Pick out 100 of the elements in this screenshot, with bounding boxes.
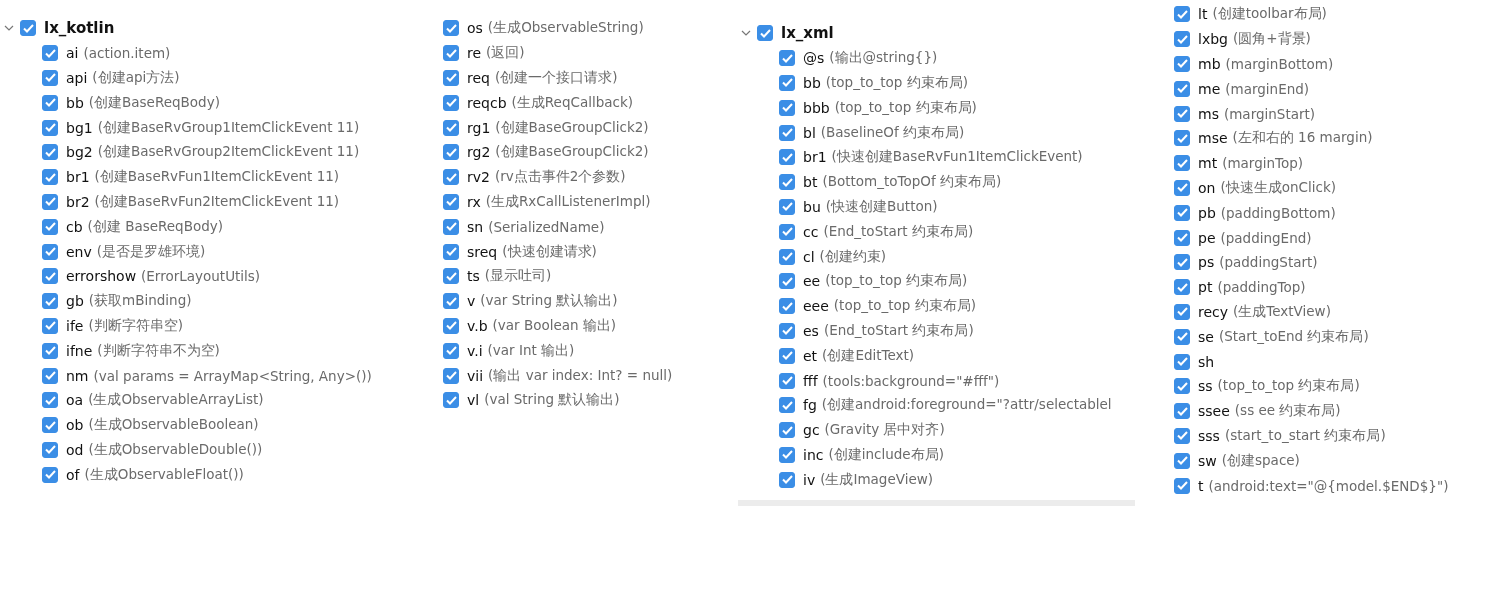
template-abbreviation: sh bbox=[1198, 353, 1215, 370]
checkbox[interactable] bbox=[1174, 31, 1190, 48]
checkbox[interactable] bbox=[1174, 56, 1190, 72]
checkbox[interactable] bbox=[42, 243, 58, 260]
checkbox[interactable] bbox=[42, 317, 58, 334]
chevron-icon[interactable] bbox=[4, 24, 14, 33]
template-abbreviation: sss bbox=[1198, 427, 1220, 444]
checkbox[interactable] bbox=[42, 417, 58, 434]
template-description: (marginEnd) bbox=[1225, 80, 1310, 97]
template-abbreviation: et bbox=[803, 347, 818, 364]
checkbox[interactable] bbox=[779, 198, 795, 215]
template-abbreviation: mse bbox=[1198, 130, 1228, 147]
checkbox[interactable] bbox=[1174, 452, 1190, 469]
template-abbreviation: req bbox=[467, 70, 490, 86]
checkbox[interactable] bbox=[1174, 179, 1190, 196]
checkbox[interactable] bbox=[42, 193, 58, 210]
template-description: (返回) bbox=[486, 44, 525, 63]
checkbox[interactable] bbox=[42, 268, 58, 285]
checkbox[interactable] bbox=[1174, 155, 1190, 172]
checkbox[interactable] bbox=[1174, 303, 1190, 320]
checkbox[interactable] bbox=[42, 70, 58, 86]
checkbox[interactable] bbox=[443, 193, 459, 210]
template-abbreviation: nm bbox=[66, 367, 89, 384]
checkbox[interactable] bbox=[443, 20, 459, 37]
checkbox[interactable] bbox=[1174, 105, 1190, 122]
checkbox[interactable] bbox=[779, 372, 795, 389]
checkbox[interactable] bbox=[1174, 378, 1190, 395]
checkbox[interactable] bbox=[443, 94, 459, 111]
checkbox[interactable] bbox=[42, 169, 58, 186]
template-description: (paddingEnd) bbox=[1220, 229, 1312, 246]
template-description: (判断字符串不为空) bbox=[97, 341, 220, 360]
checkbox[interactable] bbox=[443, 342, 459, 359]
template-abbreviation: lt bbox=[1198, 6, 1208, 23]
template-description: (创建 BaseReqBody) bbox=[87, 217, 224, 236]
template-description: (输出 var index: Int? = null) bbox=[488, 366, 673, 385]
checkbox[interactable] bbox=[779, 273, 795, 290]
checkbox[interactable] bbox=[443, 169, 459, 186]
group-name: lx_xml bbox=[781, 24, 834, 43]
checkbox[interactable] bbox=[443, 243, 459, 260]
checkbox[interactable] bbox=[20, 20, 36, 37]
checkbox[interactable] bbox=[42, 367, 58, 384]
checkbox[interactable] bbox=[443, 70, 459, 86]
checkbox[interactable] bbox=[1174, 130, 1190, 147]
checkbox[interactable] bbox=[443, 218, 459, 235]
checkbox[interactable] bbox=[779, 99, 795, 116]
checkbox[interactable] bbox=[42, 392, 58, 409]
template-description: (创建EditText) bbox=[822, 346, 915, 365]
checkbox[interactable] bbox=[757, 25, 773, 42]
checkbox[interactable] bbox=[779, 298, 795, 315]
template-description: (创建BaseRvFun2ItemClickEvent 11) bbox=[94, 192, 340, 211]
checkbox[interactable] bbox=[443, 317, 459, 334]
checkbox[interactable] bbox=[42, 342, 58, 359]
template-abbreviation: rg1 bbox=[467, 119, 491, 136]
checkbox[interactable] bbox=[1174, 403, 1190, 420]
checkbox[interactable] bbox=[779, 50, 795, 67]
checkbox[interactable] bbox=[779, 223, 795, 240]
checkbox[interactable] bbox=[443, 293, 459, 310]
chevron-icon[interactable] bbox=[741, 29, 751, 38]
template-abbreviation: ss bbox=[1198, 378, 1213, 395]
checkbox[interactable] bbox=[42, 94, 58, 111]
checkbox[interactable] bbox=[1174, 353, 1190, 370]
checkbox[interactable] bbox=[779, 471, 795, 488]
checkbox[interactable] bbox=[42, 144, 58, 161]
checkbox[interactable] bbox=[1174, 427, 1190, 444]
checkbox[interactable] bbox=[779, 149, 795, 166]
checkbox[interactable] bbox=[443, 392, 459, 409]
checkbox[interactable] bbox=[42, 293, 58, 310]
checkbox[interactable] bbox=[1174, 229, 1190, 246]
checkbox[interactable] bbox=[1174, 279, 1190, 296]
checkbox[interactable] bbox=[42, 218, 58, 235]
checkbox[interactable] bbox=[1174, 80, 1190, 97]
checkbox[interactable] bbox=[1174, 204, 1190, 221]
checkbox[interactable] bbox=[1174, 6, 1190, 23]
checkbox[interactable] bbox=[779, 422, 795, 439]
checkbox[interactable] bbox=[779, 248, 795, 265]
checkbox[interactable] bbox=[779, 174, 795, 191]
checkbox[interactable] bbox=[42, 45, 58, 62]
checkbox[interactable] bbox=[1174, 477, 1190, 494]
checkbox[interactable] bbox=[42, 466, 58, 483]
checkbox[interactable] bbox=[443, 45, 459, 62]
checkbox[interactable] bbox=[779, 446, 795, 463]
template-abbreviation: br1 bbox=[803, 149, 827, 166]
checkbox[interactable] bbox=[779, 322, 795, 339]
checkbox[interactable] bbox=[443, 367, 459, 384]
template-description: (创建一个接口请求) bbox=[494, 69, 618, 87]
checkbox[interactable] bbox=[443, 268, 459, 285]
checkbox[interactable] bbox=[779, 124, 795, 141]
checkbox[interactable] bbox=[443, 144, 459, 161]
checkbox[interactable] bbox=[1174, 254, 1190, 271]
template-description: (生成ObservableDouble()) bbox=[88, 440, 263, 459]
checkbox[interactable] bbox=[42, 441, 58, 458]
template-description: (创建include布局) bbox=[828, 445, 944, 464]
checkbox[interactable] bbox=[779, 347, 795, 364]
checkbox[interactable] bbox=[1174, 328, 1190, 345]
template-description: (创建space) bbox=[1221, 451, 1300, 470]
checkbox[interactable] bbox=[779, 397, 795, 414]
template-abbreviation: rx bbox=[467, 193, 481, 210]
checkbox[interactable] bbox=[779, 75, 795, 91]
checkbox[interactable] bbox=[443, 119, 459, 136]
checkbox[interactable] bbox=[42, 119, 58, 136]
